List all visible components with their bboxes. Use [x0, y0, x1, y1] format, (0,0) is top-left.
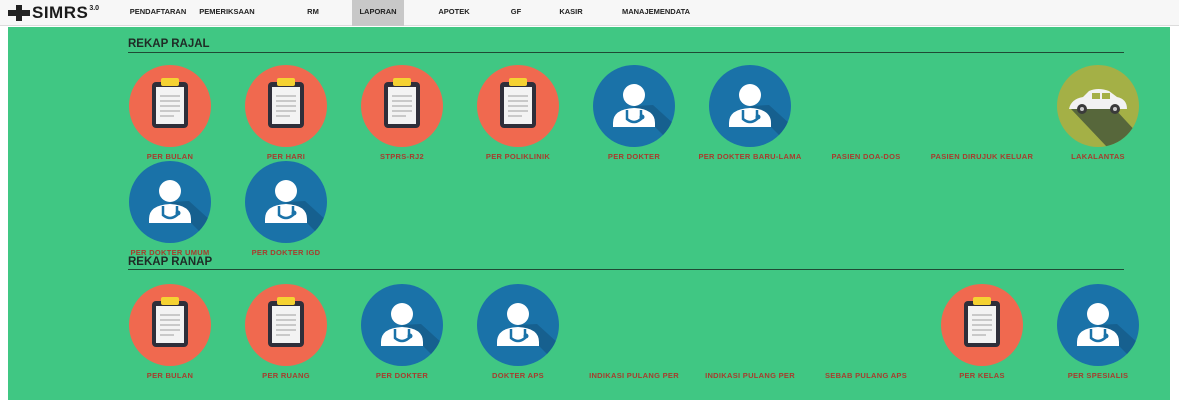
doctor-icon: [1057, 284, 1139, 366]
tile-label: PER SPESIALIS: [1067, 371, 1129, 380]
tile-ranap-sebab-pulang-aps[interactable]: SEBAB PULANG APS: [810, 284, 922, 380]
clipboard-icon: [245, 65, 327, 147]
doctor-icon: [593, 65, 675, 147]
tile-label: INDIKASI PULANG PER: [589, 371, 679, 380]
report-panel: REKAP RAJAL PER BULAN PER HARI STPRS-RJ2…: [8, 27, 1170, 400]
section-title-ranap: REKAP RANAP: [128, 256, 213, 268]
clipboard-icon: [361, 65, 443, 147]
doctor-icon: [477, 284, 559, 366]
nav-item-pendaftaran[interactable]: PENDAFTARAN: [128, 0, 188, 26]
tile-rajal-pasien-dirujuk-keluar[interactable]: PASIEN DIRUJUK KELUAR: [926, 65, 1038, 161]
car-icon: [1057, 65, 1139, 147]
tile-label: INDIKASI PULANG PER: [705, 371, 795, 380]
tile-rajal-per-dokter[interactable]: PER DOKTER: [578, 65, 690, 161]
tile-label: PER KELAS: [959, 371, 1005, 380]
empty-icon-slot: [825, 284, 907, 366]
tile-rajal-pasien-doa-dos[interactable]: PASIEN DOA-DOS: [810, 65, 922, 161]
empty-icon-slot: [825, 65, 907, 147]
nav-item-gf[interactable]: GF: [508, 0, 524, 26]
tile-ranap-per-bulan[interactable]: PER BULAN: [114, 284, 226, 380]
doctor-icon: [129, 161, 211, 243]
tile-ranap-per-kelas[interactable]: PER KELAS: [926, 284, 1038, 380]
logo-text: SIMRS: [32, 3, 89, 22]
tile-rajal-per-dokter-umum[interactable]: PER DOKTER UMUM: [114, 161, 226, 257]
app-logo[interactable]: SIMRS 3.0: [8, 4, 99, 22]
tile-label: PER DOKTER BARU-LAMA: [698, 152, 802, 161]
empty-icon-slot: [593, 284, 675, 366]
tile-rajal-per-dokter-baru-lama[interactable]: PER DOKTER BARU-LAMA: [694, 65, 806, 161]
logo-version: 3.0: [89, 5, 100, 12]
tile-ranap-per-ruang[interactable]: PER RUANG: [230, 284, 342, 380]
medical-cross-icon: [8, 5, 30, 21]
top-navbar: SIMRS 3.0 PENDAFTARAN PEMERIKSAAN RM LAP…: [0, 0, 1179, 26]
tile-label: PER DOKTER IGD: [251, 248, 321, 257]
empty-icon-slot: [709, 284, 791, 366]
tile-label: PER DOKTER: [375, 371, 429, 380]
tile-label: STPRS-RJ2: [380, 152, 424, 161]
tile-label: DOKTER APS: [492, 371, 544, 380]
nav-item-manajemendata[interactable]: MANAJEMENDATA: [606, 0, 706, 26]
tile-rajal-lakalantas[interactable]: LAKALANTAS: [1042, 65, 1154, 161]
tile-label: PASIEN DIRUJUK KELUAR: [930, 152, 1034, 161]
tile-label: PER POLIKLINIK: [485, 152, 551, 161]
nav-item-rm[interactable]: RM: [304, 0, 322, 26]
nav-item-laporan[interactable]: LAPORAN: [352, 0, 404, 26]
tile-label: PER DOKTER: [607, 152, 661, 161]
tile-rajal-per-bulan[interactable]: PER BULAN: [114, 65, 226, 161]
tile-label: SEBAB PULANG APS: [824, 371, 908, 380]
nav-item-kasir[interactable]: KASIR: [556, 0, 586, 26]
clipboard-icon: [477, 65, 559, 147]
section-divider: [128, 269, 1124, 270]
tile-ranap-per-spesialis[interactable]: PER SPESIALIS: [1042, 284, 1154, 380]
tile-rajal-per-dokter-igd[interactable]: PER DOKTER IGD: [230, 161, 342, 257]
clipboard-icon: [129, 284, 211, 366]
tile-rajal-per-poliklinik[interactable]: PER POLIKLINIK: [462, 65, 574, 161]
nav-item-pemeriksaan[interactable]: PEMERIKSAAN: [194, 0, 260, 26]
tile-label: PER HARI: [266, 152, 306, 161]
clipboard-icon: [245, 284, 327, 366]
doctor-icon: [245, 161, 327, 243]
app-window: SIMRS 3.0 PENDAFTARAN PEMERIKSAAN RM LAP…: [0, 0, 1179, 403]
tile-label: PASIEN DOA-DOS: [831, 152, 901, 161]
clipboard-icon: [129, 65, 211, 147]
nav-item-apotek[interactable]: APOTEK: [438, 0, 470, 26]
doctor-icon: [361, 284, 443, 366]
tile-label: PER BULAN: [146, 152, 194, 161]
doctor-icon: [709, 65, 791, 147]
tile-ranap-per-dokter[interactable]: PER DOKTER: [346, 284, 458, 380]
section-title-rajal: REKAP RAJAL: [128, 38, 210, 50]
tile-rajal-stprs-rj2[interactable]: STPRS-RJ2: [346, 65, 458, 161]
tile-rajal-per-hari[interactable]: PER HARI: [230, 65, 342, 161]
empty-icon-slot: [941, 65, 1023, 147]
tile-ranap-dokter-aps[interactable]: DOKTER APS: [462, 284, 574, 380]
tile-ranap-indikasi-pulang-1[interactable]: INDIKASI PULANG PER: [578, 284, 690, 380]
tile-label: PER RUANG: [262, 371, 310, 380]
section-divider: [128, 52, 1124, 53]
tile-ranap-indikasi-pulang-2[interactable]: INDIKASI PULANG PER: [694, 284, 806, 380]
clipboard-icon: [941, 284, 1023, 366]
tile-label: PER BULAN: [146, 371, 194, 380]
tile-label: LAKALANTAS: [1071, 152, 1125, 161]
